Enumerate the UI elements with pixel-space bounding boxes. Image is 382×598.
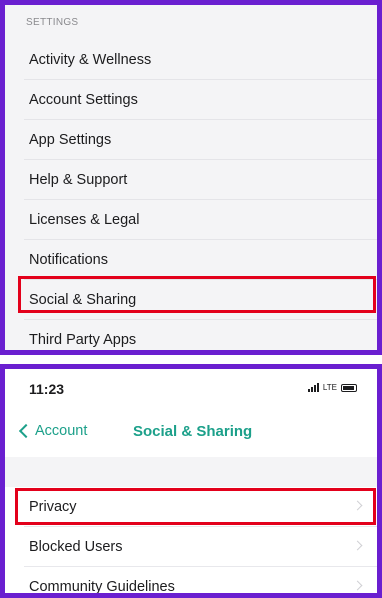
status-bar: 11:23 LTE xyxy=(5,369,377,403)
settings-item-label: Social & Sharing xyxy=(29,292,137,308)
list-item-blocked-users[interactable]: Blocked Users xyxy=(24,527,377,567)
back-button[interactable]: Account xyxy=(18,423,88,439)
settings-item-label: Activity & Wellness xyxy=(29,52,152,68)
page-title: Social & Sharing xyxy=(133,423,253,440)
signal-icon xyxy=(307,383,319,392)
list-item-label: Community Guidelines xyxy=(29,579,175,595)
status-icons: LTE xyxy=(307,383,357,392)
network-label: LTE xyxy=(322,383,337,392)
list-item-label: Blocked Users xyxy=(29,539,123,555)
section-spacer xyxy=(5,457,377,487)
settings-item-label: Account Settings xyxy=(29,92,138,108)
settings-item-label: Help & Support xyxy=(29,172,128,188)
settings-item-label: Licenses & Legal xyxy=(29,212,140,228)
settings-item-activity-wellness[interactable]: Activity & Wellness xyxy=(24,40,377,80)
settings-item-label: App Settings xyxy=(29,132,112,148)
settings-item-label: Notifications xyxy=(29,252,108,268)
settings-item-licenses-legal[interactable]: Licenses & Legal xyxy=(24,200,377,240)
chevron-right-icon xyxy=(352,500,363,511)
settings-item-social-sharing[interactable]: Social & Sharing xyxy=(24,280,377,320)
settings-item-notifications[interactable]: Notifications xyxy=(24,240,377,280)
back-button-label: Account xyxy=(35,423,88,439)
settings-item-label: Third Party Apps xyxy=(29,332,137,348)
back-chevron-icon xyxy=(18,423,34,439)
settings-panel: SETTINGS Activity & Wellness Account Set… xyxy=(0,0,382,355)
list-item-community-guidelines[interactable]: Community Guidelines xyxy=(24,567,377,595)
status-time: 11:23 xyxy=(29,381,65,397)
settings-item-account-settings[interactable]: Account Settings xyxy=(24,80,377,120)
list-item-label: Privacy xyxy=(29,499,77,515)
list-item-privacy[interactable]: Privacy xyxy=(24,487,377,527)
nav-bar: Account Social & Sharing xyxy=(5,415,377,449)
battery-icon xyxy=(341,383,357,392)
chevron-right-icon xyxy=(352,580,363,591)
chevron-right-icon xyxy=(352,540,363,551)
social-sharing-panel: 11:23 LTE Account Social & Sharing Priva… xyxy=(0,364,382,598)
settings-item-help-support[interactable]: Help & Support xyxy=(24,160,377,200)
settings-item-third-party-apps[interactable]: Third Party Apps xyxy=(24,320,377,350)
settings-section-header: SETTINGS xyxy=(26,17,79,28)
settings-item-app-settings[interactable]: App Settings xyxy=(24,120,377,160)
